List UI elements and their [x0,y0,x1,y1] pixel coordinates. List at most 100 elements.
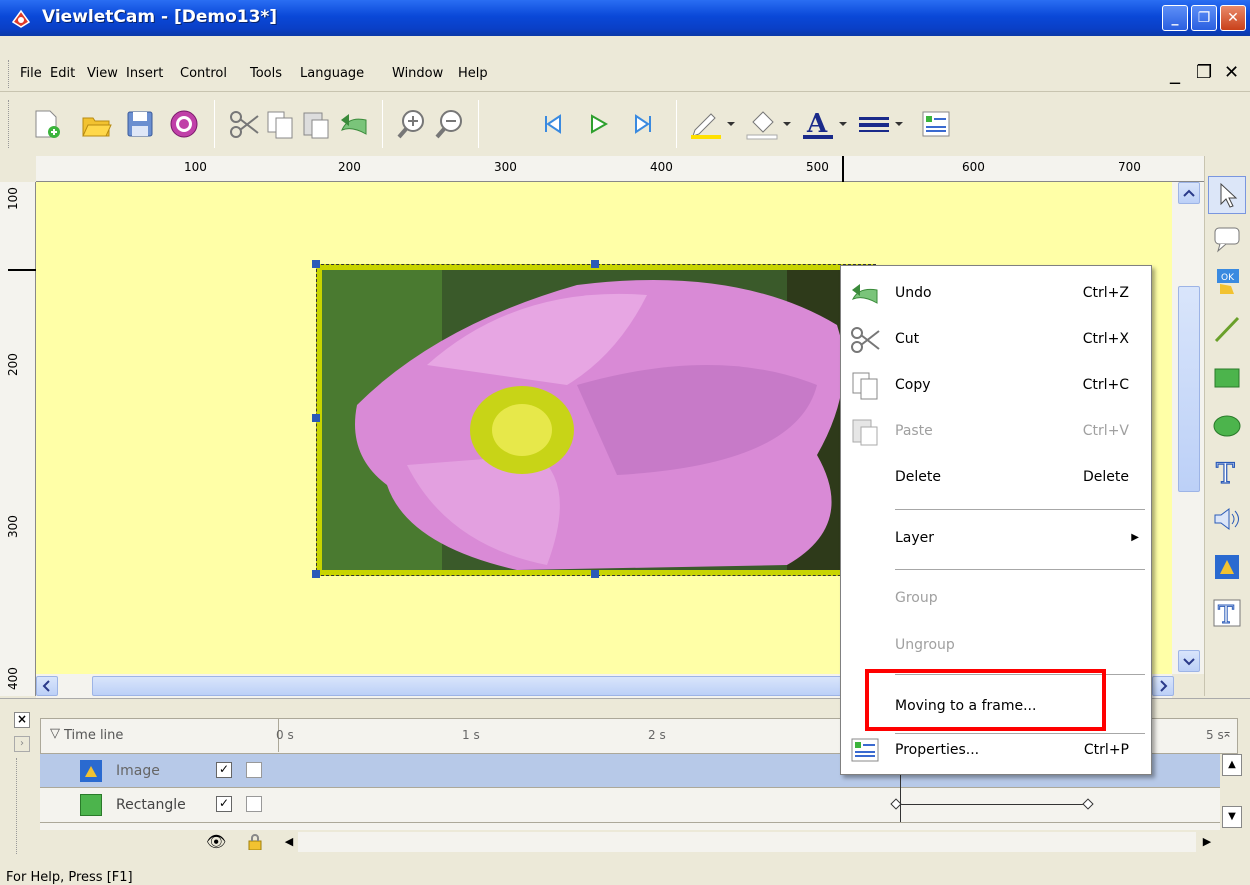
mdi-restore-button[interactable]: ❐ [1196,62,1212,83]
maximize-button[interactable]: ❐ [1191,5,1217,31]
menu-item-layer[interactable]: Layer ▶ [841,516,1151,560]
submenu-arrow-icon: ▶ [1131,532,1139,543]
eye-icon[interactable]: 👁 [206,832,226,851]
line-tool[interactable] [1208,310,1246,348]
menu-tools[interactable]: Tools [250,66,282,81]
mdi-minimize-button[interactable]: _ [1170,60,1180,84]
selection-handle[interactable] [312,414,320,422]
timeline-collapse-icon[interactable]: ▽ [50,726,60,741]
line-style-button[interactable] [856,106,906,142]
pointer-icon [1220,182,1238,208]
ruler-label: 400 [6,667,20,690]
text-box-tool[interactable]: T [1208,594,1246,632]
scroll-right-button[interactable] [1152,676,1174,696]
layer-lock-checkbox[interactable] [246,762,262,778]
selection-handle[interactable] [312,570,320,578]
lock-icon[interactable] [248,834,262,850]
menu-item-undo[interactable]: Undo Ctrl+Z [841,271,1151,315]
callout-tool[interactable] [1208,220,1246,258]
open-button[interactable] [78,106,114,142]
text-box-icon: T [1213,599,1241,628]
timeline-close-button[interactable]: × [14,712,30,728]
layer-visible-checkbox[interactable]: ✓ [216,762,232,778]
image-icon [1215,555,1239,579]
selection-handle[interactable] [312,260,320,268]
menu-item-delete[interactable]: Delete Delete [841,455,1151,499]
paste-icon [852,419,878,446]
paste-icon [303,112,329,139]
undo-button[interactable] [336,106,372,142]
layer-visible-checkbox[interactable]: ✓ [216,796,232,812]
text-tool[interactable]: T [1208,452,1246,490]
menu-edit[interactable]: Edit [50,66,75,81]
scroll-left-button[interactable] [36,676,58,696]
record-button[interactable] [166,106,202,142]
ellipse-tool[interactable] [1208,406,1246,444]
fill-color-button[interactable] [744,106,794,142]
menu-file[interactable]: File [20,66,42,81]
mdi-close-button[interactable]: ✕ [1224,62,1239,83]
image-tool[interactable] [1208,548,1246,586]
menu-control[interactable]: Control [180,66,227,81]
copy-icon [852,372,878,400]
timeline-tick-label: 2 s [648,728,666,742]
selection-handle[interactable] [591,260,599,268]
keyframe-span[interactable] [896,804,1090,805]
timeline-scroll-left[interactable]: ◀ [280,832,298,852]
font-color-button[interactable]: A [800,106,850,142]
image-object[interactable] [316,264,876,576]
properties-icon [851,738,879,762]
timeline-zoom-icon[interactable]: ⌅ [1222,726,1232,740]
menu-language[interactable]: Language [300,66,364,81]
close-button[interactable]: ✕ [1220,5,1246,31]
sound-tool[interactable] [1208,500,1246,538]
menu-view[interactable]: View [87,66,118,81]
vertical-scroll-thumb[interactable] [1178,286,1200,492]
save-button[interactable] [122,106,158,142]
timeline-scroll-right[interactable]: ▶ [1196,832,1218,852]
ruler-label: 700 [1118,160,1141,174]
layer-lock-checkbox[interactable] [246,796,262,812]
copy-button[interactable] [262,106,298,142]
menu-window[interactable]: Window [392,66,443,81]
scroll-down-button[interactable] [1178,650,1200,672]
timeline-expand-button[interactable]: › [14,736,30,752]
first-frame-button[interactable] [534,106,570,142]
minimize-button[interactable]: _ [1162,5,1188,31]
last-frame-button[interactable] [626,106,662,142]
zoom-in-button[interactable] [392,106,428,142]
menu-item-copy[interactable]: Copy Ctrl+C [841,363,1151,407]
menu-bar [0,36,1250,92]
menu-item-properties[interactable]: Properties... Ctrl+P [841,728,1151,772]
pointer-tool[interactable] [1208,176,1246,214]
play-button[interactable] [580,106,616,142]
timeline-hscroll-track[interactable] [298,832,1196,852]
timeline-scroll-down[interactable]: ▼ [1222,806,1242,828]
cut-button[interactable] [226,106,262,142]
callout-icon [1214,227,1240,253]
app-logo-icon [11,9,31,28]
timeline-footer [40,830,278,854]
line-color-button[interactable] [688,106,738,142]
cut-icon [851,327,880,353]
menu-insert[interactable]: Insert [126,66,163,81]
play-icon [591,114,609,134]
zoom-out-button[interactable] [430,106,466,142]
toolbar-separator [478,100,479,148]
rectangle-tool[interactable] [1208,358,1246,396]
paste-button[interactable] [298,106,334,142]
menu-item-cut[interactable]: Cut Ctrl+X [841,317,1151,361]
menu-help[interactable]: Help [458,66,488,81]
new-button[interactable] [28,106,64,142]
menu-item-paste: Paste Ctrl+V [841,409,1151,453]
properties-button[interactable] [918,106,954,142]
selection-handle[interactable] [591,570,599,578]
scroll-up-button[interactable] [1178,182,1200,204]
first-frame-icon [545,114,561,134]
ruler-label: 300 [6,515,20,538]
timeline-scroll-up[interactable]: ▲ [1222,754,1242,776]
properties-icon [922,111,950,137]
font-color-icon: A [803,109,847,139]
button-tool[interactable]: OK [1208,262,1246,300]
status-text: For Help, Press [F1] [6,870,133,885]
